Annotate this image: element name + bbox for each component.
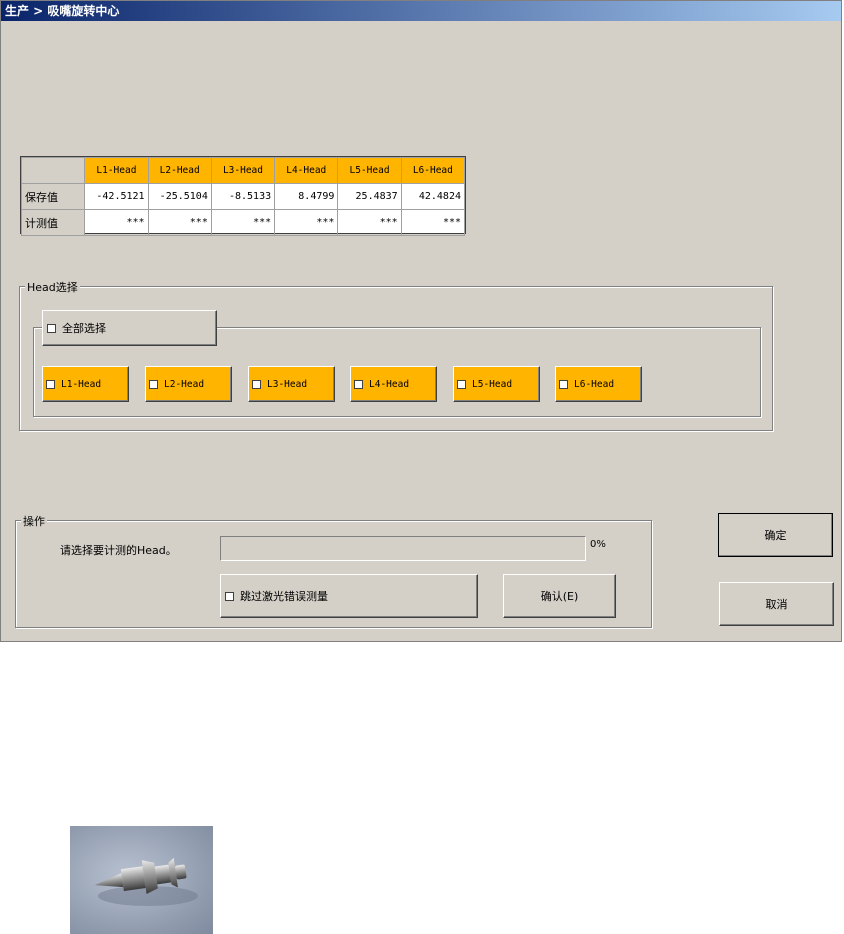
select-all-label: 全部选择 (62, 322, 106, 335)
checkbox-icon (354, 379, 363, 389)
operation-group-label: 操作 (21, 513, 47, 529)
head-checkbox-label: L2-Head (164, 378, 205, 390)
skip-laser-error-label: 跳过激光错误测量 (240, 590, 328, 603)
grid-corner-cell (20, 157, 86, 184)
head-checkbox-label: L3-Head (267, 378, 308, 390)
table-row: 计测值 *** *** *** *** *** *** (20, 209, 466, 236)
measured-value-l6: *** (400, 209, 466, 236)
grid-header-l6: L6-Head (400, 157, 466, 184)
head-checkbox-label: L5-Head (472, 378, 513, 390)
status-text: 请选择要计测的Head。 (60, 544, 177, 557)
checkbox-icon (149, 379, 158, 389)
grid-header-l3: L3-Head (210, 157, 276, 184)
measured-value-l1: *** (84, 209, 149, 236)
grid-header-l4: L4-Head (274, 157, 339, 184)
checkbox-icon (47, 323, 56, 333)
measured-value-l5: *** (337, 209, 402, 236)
grid-header-l5: L5-Head (337, 157, 402, 184)
checkbox-icon (457, 379, 466, 389)
measured-value-l3: *** (210, 209, 276, 236)
head-checkbox-l1[interactable]: L1-Head (42, 366, 129, 402)
progress-percent: 0% (590, 539, 606, 550)
cancel-button[interactable]: 取消 (719, 582, 834, 626)
checkbox-icon (225, 591, 234, 601)
skip-laser-error-checkbox[interactable]: 跳过激光错误测量 (220, 574, 478, 618)
saved-value-l2: -25.5104 (147, 183, 212, 210)
dialog-window: 生产 > 吸嘴旋转中心 L1-Head L2-Head L3-Head L4-H… (0, 0, 842, 642)
confirm-button[interactable]: 确认(E) (503, 574, 616, 618)
ok-button[interactable]: 确定 (718, 513, 833, 557)
head-checkbox-l4[interactable]: L4-Head (350, 366, 437, 402)
saved-value-l6: 42.4824 (400, 183, 466, 210)
measured-value-l2: *** (147, 209, 212, 236)
head-checkbox-l5[interactable]: L5-Head (453, 366, 540, 402)
head-checkbox-l3[interactable]: L3-Head (248, 366, 335, 402)
head-checkbox-label: L4-Head (369, 378, 410, 390)
head-select-group-label: Head选择 (25, 279, 80, 295)
table-row: 保存值 -42.5121 -25.5104 -8.5133 8.4799 25.… (20, 183, 466, 210)
grid-header-l2: L2-Head (147, 157, 212, 184)
head-checkbox-l2[interactable]: L2-Head (145, 366, 232, 402)
window-title: 生产 > 吸嘴旋转中心 (1, 1, 841, 21)
head-checkbox-label: L1-Head (61, 378, 102, 390)
row-label-saved: 保存值 (20, 183, 86, 210)
head-value-grid: L1-Head L2-Head L3-Head L4-Head L5-Head … (20, 156, 466, 236)
nozzle-image (70, 826, 213, 934)
checkbox-icon (252, 379, 261, 389)
row-label-measured: 计测值 (20, 209, 86, 236)
saved-value-l5: 25.4837 (337, 183, 402, 210)
checkbox-icon (46, 379, 55, 389)
head-checkbox-l6[interactable]: L6-Head (555, 366, 642, 402)
grid-header-l1: L1-Head (84, 157, 149, 184)
saved-value-l1: -42.5121 (84, 183, 149, 210)
measure-progress-bar (220, 536, 586, 561)
nozzle-icon (94, 857, 198, 906)
saved-value-l3: -8.5133 (210, 183, 276, 210)
checkbox-icon (559, 379, 568, 389)
select-all-checkbox[interactable]: 全部选择 (42, 310, 217, 346)
saved-value-l4: 8.4799 (274, 183, 339, 210)
head-checkbox-label: L6-Head (574, 378, 615, 390)
measured-value-l4: *** (274, 209, 339, 236)
